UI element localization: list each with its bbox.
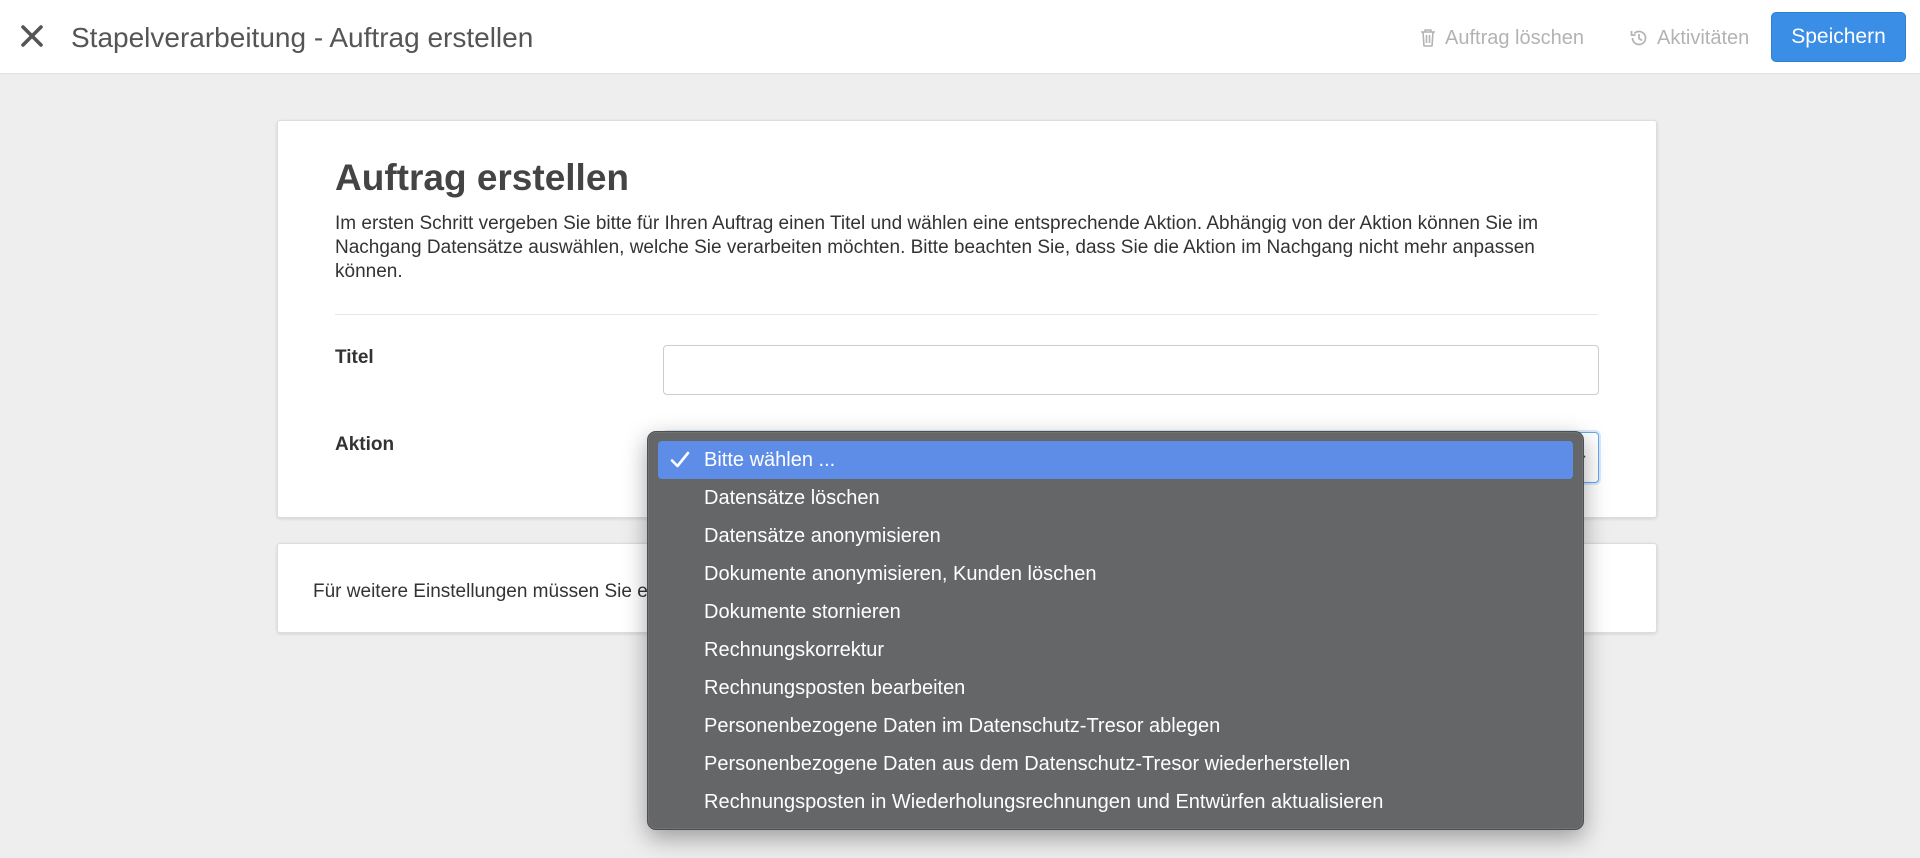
dropdown-option[interactable]: Dokumente anonymisieren, Kunden löschen bbox=[658, 555, 1573, 593]
dropdown-option-label: Rechnungsposten in Wiederholungsrechnung… bbox=[704, 791, 1384, 813]
dropdown-option-label: Bitte wählen ... bbox=[704, 449, 836, 471]
history-icon bbox=[1630, 30, 1647, 46]
dropdown-option-label: Dokumente anonymisieren, Kunden löschen bbox=[704, 563, 1097, 585]
dropdown-option[interactable]: Datensätze anonymisieren bbox=[658, 517, 1573, 555]
check-icon bbox=[670, 451, 690, 468]
dropdown-option[interactable]: Rechnungsposten in Wiederholungsrechnung… bbox=[658, 783, 1573, 821]
title-label: Titel bbox=[335, 347, 374, 368]
dropdown-option-label: Datensätze anonymisieren bbox=[704, 525, 941, 547]
card-heading: Auftrag erstellen bbox=[335, 157, 630, 198]
close-button[interactable] bbox=[18, 22, 46, 50]
dropdown-option[interactable]: Rechnungskorrektur bbox=[658, 631, 1573, 669]
dropdown-option[interactable]: Personenbezogene Daten aus dem Datenschu… bbox=[658, 745, 1573, 783]
dropdown-option-label: Personenbezogene Daten aus dem Datenschu… bbox=[704, 753, 1351, 775]
dropdown-option[interactable]: Rechnungsposten bearbeiten bbox=[658, 669, 1573, 707]
trash-icon bbox=[1421, 29, 1435, 47]
activities-label: Aktivitäten bbox=[1657, 26, 1750, 49]
dropdown-option-label: Datensätze löschen bbox=[704, 487, 880, 509]
action-label: Aktion bbox=[335, 434, 395, 455]
top-bar: Stapelverarbeitung - Auftrag erstellen A… bbox=[0, 0, 1920, 74]
delete-job-label: Auftrag löschen bbox=[1445, 26, 1584, 49]
dropdown-option[interactable]: Datensätze löschen bbox=[658, 479, 1573, 517]
page-title: Stapelverarbeitung - Auftrag erstellen bbox=[71, 22, 534, 53]
dropdown-option-label: Rechnungskorrektur bbox=[704, 639, 885, 661]
delete-job-button[interactable]: Auftrag löschen bbox=[1419, 25, 1584, 51]
close-icon bbox=[21, 25, 43, 47]
save-button[interactable]: Speichern bbox=[1771, 12, 1906, 62]
title-input[interactable] bbox=[663, 345, 1599, 395]
dropdown-option[interactable]: Dokumente stornieren bbox=[658, 593, 1573, 631]
card-description: Im ersten Schritt vergeben Sie bitte für… bbox=[335, 213, 1539, 282]
action-dropdown-menu: Bitte wählen ... Datensätze löschen Datens… bbox=[647, 431, 1584, 830]
divider bbox=[335, 314, 1598, 315]
dropdown-option-label: Dokumente stornieren bbox=[704, 601, 901, 623]
dropdown-option[interactable]: Personenbezogene Daten im Datenschutz-Tr… bbox=[658, 707, 1573, 745]
info-text: Für weitere Einstellungen müssen Sie e bbox=[313, 581, 648, 602]
dropdown-option-label: Personenbezogene Daten im Datenschutz-Tr… bbox=[704, 715, 1221, 737]
activities-button[interactable]: Aktivitäten bbox=[1629, 25, 1749, 51]
dropdown-option-label: Rechnungsposten bearbeiten bbox=[704, 677, 966, 699]
dropdown-option[interactable]: Bitte wählen ... bbox=[658, 441, 1573, 479]
